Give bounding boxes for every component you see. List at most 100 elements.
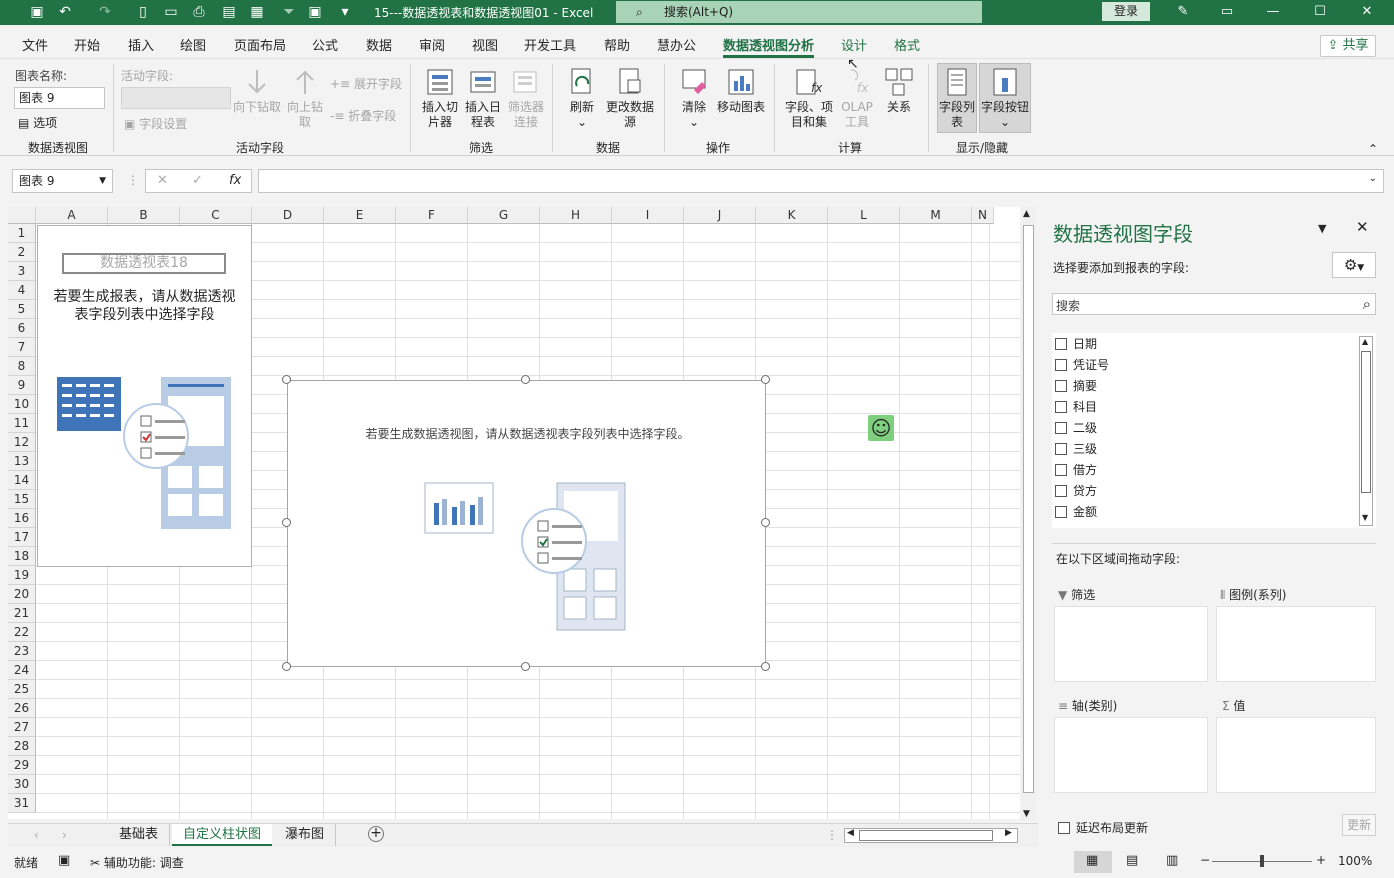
column-header[interactable]: K — [756, 207, 828, 224]
tab-insert[interactable]: 插入 — [128, 35, 154, 54]
filter-icon[interactable]: ⏷ — [280, 3, 298, 21]
resize-handle[interactable] — [521, 662, 530, 671]
update-button[interactable]: 更新 — [1342, 814, 1376, 836]
macro-record-icon[interactable]: ▣ — [58, 853, 70, 868]
page-break-view-icon[interactable]: ▥ — [1166, 853, 1178, 868]
field-item[interactable]: 三级 — [1055, 440, 1097, 457]
sheet-tab-waterfall[interactable]: 瀑布图 — [274, 824, 336, 846]
tab-data[interactable]: 数据 — [366, 35, 392, 54]
formula-input[interactable]: ⌄ — [258, 169, 1384, 193]
refresh-button[interactable]: 刷新 ⌄ — [562, 66, 602, 130]
redo-icon[interactable]: ↷ — [96, 3, 114, 21]
field-list-scroll-thumb[interactable] — [1361, 351, 1371, 493]
zoom-level[interactable]: 100% — [1338, 854, 1372, 868]
column-header[interactable]: M — [900, 207, 972, 224]
tab-page-layout[interactable]: 页面布局 — [234, 35, 286, 54]
fields-items-sets-button[interactable]: fx 字段、项目和集 — [782, 66, 836, 130]
filter-drop-zone[interactable] — [1054, 606, 1208, 682]
field-list-button[interactable]: 字段列表 — [937, 66, 977, 130]
scroll-down-icon[interactable]: ▼ — [1023, 809, 1030, 819]
resize-handle[interactable] — [521, 375, 530, 384]
move-chart-button[interactable]: 移动图表 — [714, 66, 768, 115]
row-header[interactable]: 12 — [8, 433, 36, 452]
column-header[interactable]: N — [972, 207, 994, 224]
column-header[interactable]: G — [468, 207, 540, 224]
field-checkbox[interactable] — [1055, 338, 1067, 350]
vertical-scroll-thumb[interactable] — [1023, 225, 1034, 793]
export-icon[interactable]: ▤ — [220, 3, 238, 21]
field-settings-button[interactable]: ▣ 字段设置 — [124, 115, 187, 132]
field-list-scrollbar[interactable]: ▲ ▼ — [1359, 336, 1373, 526]
row-header[interactable]: 19 — [8, 566, 36, 585]
insert-timeline-button[interactable]: 插入日程表 — [462, 66, 504, 130]
column-header[interactable]: F — [396, 207, 468, 224]
tab-file[interactable]: 文件 — [22, 35, 48, 54]
tab-view[interactable]: 视图 — [472, 35, 498, 54]
row-header[interactable]: 21 — [8, 604, 36, 623]
row-header[interactable]: 28 — [8, 737, 36, 756]
row-header[interactable]: 9 — [8, 376, 36, 395]
scroll-up-icon[interactable]: ▲ — [1023, 209, 1030, 219]
row-header[interactable]: 23 — [8, 642, 36, 661]
row-header[interactable]: 2 — [8, 243, 36, 262]
relationships-button[interactable]: 关系 — [880, 66, 918, 115]
page-layout-view-icon[interactable]: ▤ — [1126, 853, 1138, 868]
cancel-icon[interactable]: ✕ — [157, 173, 168, 188]
field-checkbox[interactable] — [1055, 422, 1067, 434]
sheet-tab-basic[interactable]: 基础表 — [108, 824, 170, 846]
undo-icon[interactable]: ↶ — [56, 3, 74, 21]
zoom-out-icon[interactable]: − — [1200, 853, 1210, 867]
row-header[interactable]: 14 — [8, 471, 36, 490]
active-field-input[interactable] — [121, 87, 231, 109]
row-header[interactable]: 29 — [8, 756, 36, 775]
column-header[interactable]: B — [108, 207, 180, 224]
resize-handle[interactable] — [282, 518, 291, 527]
next-sheet-icon[interactable]: › — [62, 828, 67, 842]
open-folder-icon[interactable]: ▭ — [162, 3, 180, 21]
field-checkbox[interactable] — [1055, 485, 1067, 497]
resize-handle[interactable] — [761, 662, 770, 671]
values-drop-zone[interactable] — [1216, 717, 1376, 793]
column-header[interactable]: I — [612, 207, 684, 224]
pane-close-icon[interactable]: ✕ — [1356, 218, 1369, 236]
row-header[interactable]: 22 — [8, 623, 36, 642]
tab-format[interactable]: 格式 — [894, 35, 920, 54]
resize-handle[interactable] — [761, 375, 770, 384]
resize-handle[interactable] — [282, 662, 291, 671]
insert-function-icon[interactable]: fx — [229, 173, 241, 188]
horizontal-scrollbar[interactable]: ◀ ▶ — [844, 828, 1018, 843]
enter-icon[interactable]: ✓ — [192, 173, 203, 188]
pen-icon[interactable]: ✎ — [1168, 2, 1198, 22]
tab-formulas[interactable]: 公式 — [312, 35, 338, 54]
search-icon[interactable]: ⌕ — [1363, 295, 1371, 313]
field-item[interactable]: 二级 — [1055, 419, 1097, 436]
tab-split-icon[interactable]: ⋮ — [826, 828, 838, 842]
defer-update-toggle[interactable]: 延迟布局更新 — [1058, 819, 1148, 836]
form-icon[interactable]: ▦ — [248, 3, 266, 21]
tab-developer[interactable]: 开发工具 — [524, 35, 576, 54]
row-header[interactable]: 1 — [8, 224, 36, 243]
column-header[interactable]: C — [180, 207, 252, 224]
sheet-tab-custom-column[interactable]: 自定义柱状图 — [172, 824, 272, 846]
field-item[interactable]: 摘要 — [1055, 377, 1097, 394]
expand-formula-icon[interactable]: ⌄ — [1369, 173, 1377, 184]
row-header[interactable]: 30 — [8, 775, 36, 794]
save-icon[interactable]: ▣ — [28, 3, 46, 21]
scroll-down-icon[interactable]: ▼ — [1362, 513, 1368, 522]
field-checkbox[interactable] — [1055, 506, 1067, 518]
change-source-button[interactable]: 更改数据源 — [604, 66, 656, 130]
select-all-corner[interactable] — [8, 207, 36, 224]
pane-settings-button[interactable]: ⚙▼ — [1332, 252, 1376, 278]
column-header[interactable]: E — [324, 207, 396, 224]
options-button[interactable]: ▤ 选项 — [18, 114, 57, 131]
scroll-right-icon[interactable]: ▶ — [1005, 828, 1012, 838]
add-sheet-icon[interactable]: + — [368, 826, 384, 842]
row-header[interactable]: 11 — [8, 414, 36, 433]
row-header[interactable]: 25 — [8, 680, 36, 699]
normal-view-icon[interactable]: ▦ — [1086, 853, 1098, 868]
field-checkbox[interactable] — [1055, 401, 1067, 413]
row-header[interactable]: 10 — [8, 395, 36, 414]
drill-up-button[interactable]: 向上钻取 — [285, 66, 325, 130]
filter-connections-button[interactable]: 筛选器连接 — [506, 66, 546, 130]
defer-update-checkbox[interactable] — [1058, 822, 1070, 834]
